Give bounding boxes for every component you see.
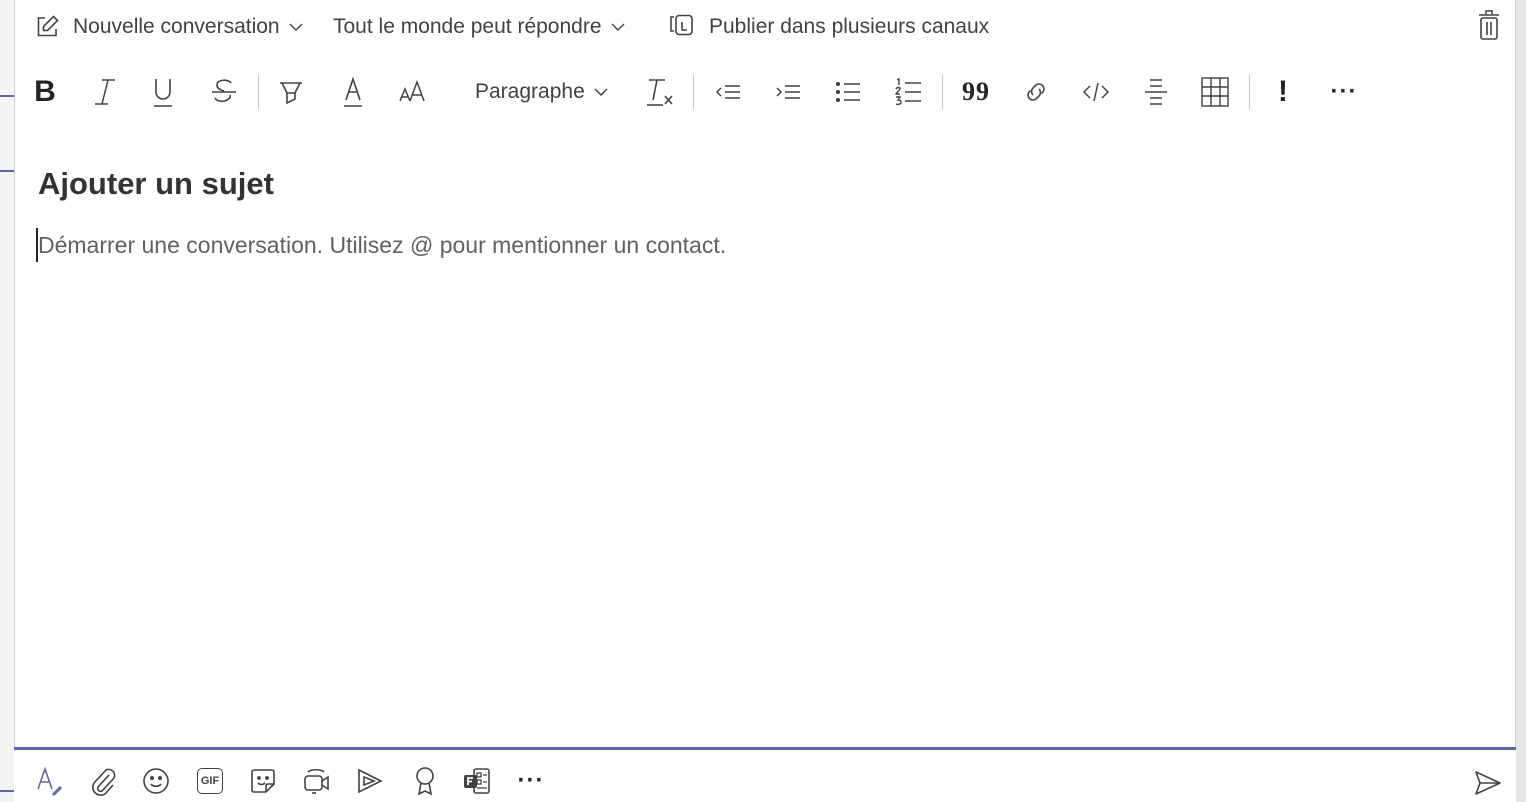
reply-setting-dropdown[interactable]: Tout le monde peut répondre [333,12,626,42]
more-formatting-button[interactable]: ··· [1324,72,1364,112]
stream-icon [358,768,383,794]
clear-formatting-button[interactable] [642,72,678,112]
italic-button[interactable] [88,72,122,112]
bulleted-list-button[interactable] [830,72,866,112]
strikethrough-icon [212,79,236,103]
font-color-icon [344,76,362,107]
underline-button[interactable] [146,72,180,112]
chevron-down-icon [611,23,625,31]
bulleted-list-icon [835,81,860,103]
horizontal-rule-button[interactable] [1138,72,1174,112]
gif-icon: GIF [197,768,223,794]
numbered-list-button[interactable] [890,72,926,112]
format-button[interactable] [32,762,66,800]
chevron-down-icon [594,88,608,96]
compose-extensions-bar [14,750,1516,802]
more-apps-icon: ··· [517,767,545,794]
italic-icon [95,79,115,105]
forms-icon [464,768,490,794]
increase-indent-icon [776,85,800,99]
multi-channel-icon [670,14,693,36]
gif-button[interactable]: GIF [193,762,227,800]
left-accent-mark [0,790,14,792]
quote-button[interactable]: 99 [958,72,994,112]
toolbar-separator [942,75,943,109]
emoji-icon [143,768,169,794]
code-snippet-button[interactable] [1078,72,1114,112]
decrease-indent-button[interactable] [710,72,746,112]
left-accent-mark [0,170,14,172]
toolbar-separator [693,75,694,109]
post-multiple-channels-button[interactable]: Publier dans plusieurs canaux [668,12,989,42]
bold-icon: B [34,75,56,108]
message-body-input[interactable]: Démarrer une conversation. Utilisez @ po… [38,232,726,259]
strikethrough-button[interactable] [206,72,242,112]
sticker-icon [251,769,275,793]
new-conversation-label: Nouvelle conversation [73,15,280,38]
compose-icon [37,15,59,37]
praise-button[interactable] [408,762,442,800]
underline-icon [154,79,172,107]
paragraph-style-label: Paragraphe [475,80,585,103]
emoji-button[interactable] [139,762,173,800]
left-panel-edge [0,0,15,802]
meet-now-button[interactable] [300,762,334,800]
font-size-button[interactable] [395,72,431,112]
attach-icon [92,768,116,796]
font-size-icon [399,79,425,102]
trash-icon [1479,10,1499,40]
stream-button[interactable] [353,762,387,800]
left-accent-mark [0,95,14,97]
meet-now-icon [304,768,329,794]
important-icon: ! [1278,75,1288,108]
table-icon [1201,77,1229,107]
send-button[interactable] [1470,766,1506,800]
insert-link-button[interactable] [1018,72,1054,112]
quote-icon: 99 [962,77,990,106]
link-icon [1027,83,1045,101]
more-apps-button[interactable]: ··· [512,762,550,800]
toolbar-separator [258,75,259,109]
bold-button[interactable]: B [28,72,62,112]
praise-icon [416,767,434,796]
increase-indent-button[interactable] [770,72,806,112]
discard-button[interactable] [1476,8,1502,42]
highlight-icon [280,82,302,105]
gif-label: GIF [200,775,220,787]
decrease-indent-icon [715,85,740,99]
subject-input[interactable]: Ajouter un sujet [38,166,274,202]
highlight-button[interactable] [273,72,309,112]
format-icon [37,766,63,797]
toolbar-separator [1249,75,1250,109]
insert-table-button[interactable] [1196,72,1234,112]
mark-important-button[interactable]: ! [1266,72,1300,112]
new-conversation-dropdown[interactable]: Nouvelle conversation [34,12,304,42]
more-options-icon: ··· [1330,78,1358,105]
horizontal-rule-icon [1145,79,1167,105]
reply-setting-label: Tout le monde peut répondre [333,15,602,38]
multi-channel-label: Publier dans plusieurs canaux [709,15,990,38]
scrollbar-track[interactable] [1515,0,1526,802]
paragraph-style-dropdown[interactable]: Paragraphe [475,78,609,106]
font-color-button[interactable] [336,72,370,112]
numbered-list-icon [895,77,921,106]
attach-button[interactable] [86,762,120,800]
code-snippet-icon [1082,82,1110,102]
clear-formatting-icon [647,79,673,106]
forms-button[interactable] [460,762,494,800]
sticker-button[interactable] [246,762,280,800]
send-icon [1475,771,1501,795]
chevron-down-icon [289,23,303,31]
